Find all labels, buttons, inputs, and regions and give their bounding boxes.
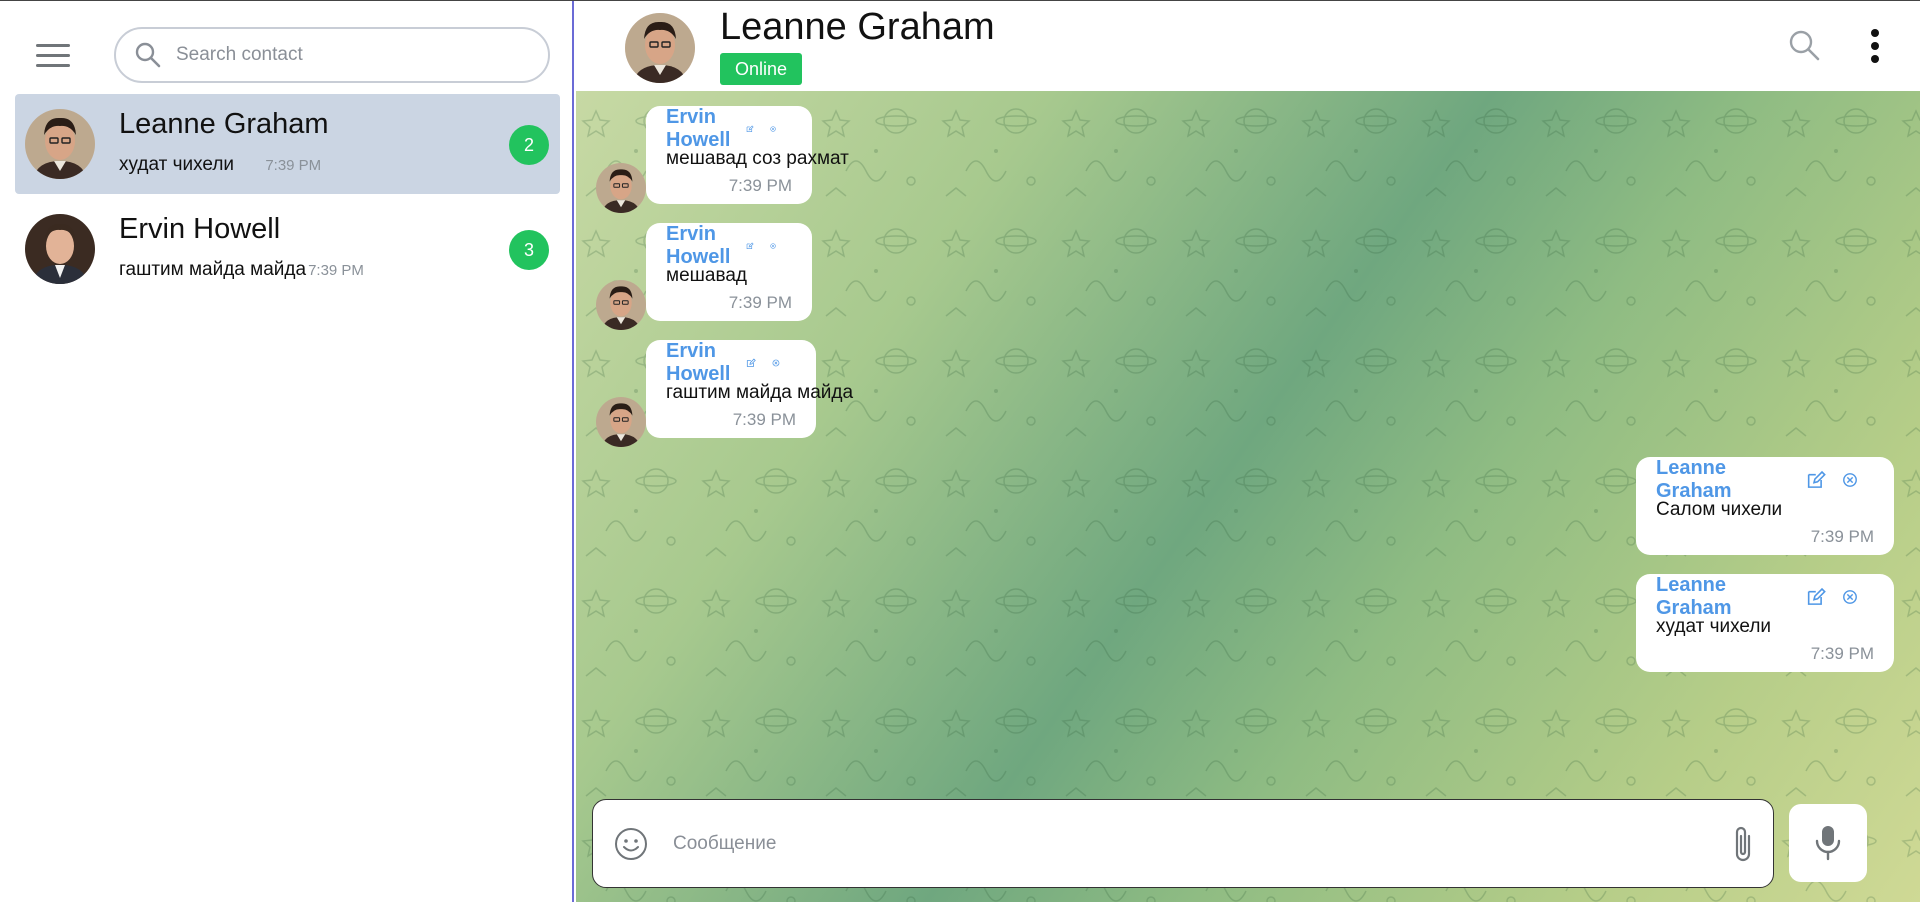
more-vertical-icon[interactable]: [1866, 26, 1884, 66]
unread-badge: 3: [509, 230, 549, 270]
last-message-time: 7:39 PM: [308, 262, 364, 279]
avatar: [596, 397, 646, 447]
microphone-button[interactable]: [1789, 804, 1867, 882]
message-bubble: Leanne Graham худат чихели 7:39 PM: [1636, 574, 1894, 672]
message-author: Leanne Graham: [1656, 457, 1732, 502]
edit-icon[interactable]: [1806, 469, 1826, 491]
chat-title: Leanne Graham: [720, 6, 995, 48]
contact-last-message: гаштим майда майда 7:39 PM: [119, 259, 364, 281]
search-icon: [135, 42, 161, 68]
avatar[interactable]: [625, 13, 695, 83]
top-border: [0, 0, 1920, 1]
edit-icon[interactable]: [746, 118, 754, 140]
search-icon[interactable]: [1788, 29, 1820, 61]
status-badge: Online: [720, 53, 803, 85]
close-circle-icon[interactable]: [1842, 471, 1858, 489]
edit-icon[interactable]: [746, 235, 754, 257]
emoji-icon[interactable]: [613, 826, 649, 862]
message-author: Leanne Graham: [1656, 574, 1732, 619]
search-contact-box[interactable]: [114, 27, 550, 83]
search-input[interactable]: [176, 44, 536, 66]
message-bubble: Leanne Graham Салом чихели 7:39 PM: [1636, 457, 1894, 555]
close-circle-icon[interactable]: [770, 237, 776, 255]
chat-header: Leanne Graham Online: [576, 0, 1920, 91]
microphone-icon: [1815, 826, 1841, 861]
message-text: мешавад: [666, 265, 747, 286]
unread-badge: 2: [509, 125, 549, 165]
hamburger-icon[interactable]: [34, 38, 74, 72]
message-text: мешавад соз рахмат: [666, 148, 849, 169]
message-author: Ervin Howell: [666, 106, 731, 151]
message-text: гаштим майда майда: [666, 382, 854, 403]
message-time: 7:39 PM: [732, 410, 796, 429]
avatar: [25, 109, 95, 179]
message-text: Салом чихели: [1656, 499, 1783, 520]
contact-item-leanne-graham[interactable]: Leanne Graham худат чихели 7:39 PM 2: [15, 94, 560, 194]
contact-name: Ervin Howell: [119, 213, 281, 245]
last-message-text: гаштим майда майда: [119, 259, 307, 280]
message-bubble: Ervin Howell мешавад 7:39 PM: [646, 223, 812, 321]
edit-icon[interactable]: [1806, 586, 1826, 608]
message-text: худат чихели: [1656, 616, 1772, 637]
contacts-sidebar: Leanne Graham худат чихели 7:39 PM 2 Erv…: [0, 0, 574, 902]
last-message-time: 7:39 PM: [265, 157, 322, 174]
close-circle-icon[interactable]: [772, 354, 780, 372]
avatar: [596, 163, 646, 213]
message-time: 7:39 PM: [1810, 644, 1874, 663]
avatar: [25, 214, 95, 284]
message-author: Ervin Howell: [666, 340, 731, 385]
contact-name: Leanne Graham: [119, 108, 329, 140]
message-composer: [592, 799, 1774, 888]
contact-item-ervin-howell[interactable]: Ervin Howell гаштим майда майда 7:39 PM 3: [15, 199, 560, 299]
chat-panel: Leanne Graham Online Ervin Howell мешава…: [576, 0, 1920, 902]
message-input[interactable]: [673, 826, 1673, 862]
last-message-text: худат чихели: [119, 154, 235, 175]
contact-last-message: худат чихели 7:39 PM: [119, 154, 321, 176]
close-circle-icon[interactable]: [1842, 588, 1858, 606]
paperclip-icon[interactable]: [1729, 824, 1757, 864]
avatar: [596, 280, 646, 330]
message-bubble: Ervin Howell гаштим майда майда 7:39 PM: [646, 340, 854, 438]
edit-icon[interactable]: [746, 352, 757, 374]
close-circle-icon[interactable]: [770, 120, 776, 138]
message-author: Ervin Howell: [666, 223, 731, 268]
message-time: 7:39 PM: [728, 293, 792, 312]
message-time: 7:39 PM: [1810, 527, 1874, 546]
message-bubble: Ervin Howell мешавад соз рахмат 7:39 PM: [646, 106, 849, 204]
message-time: 7:39 PM: [728, 176, 792, 195]
